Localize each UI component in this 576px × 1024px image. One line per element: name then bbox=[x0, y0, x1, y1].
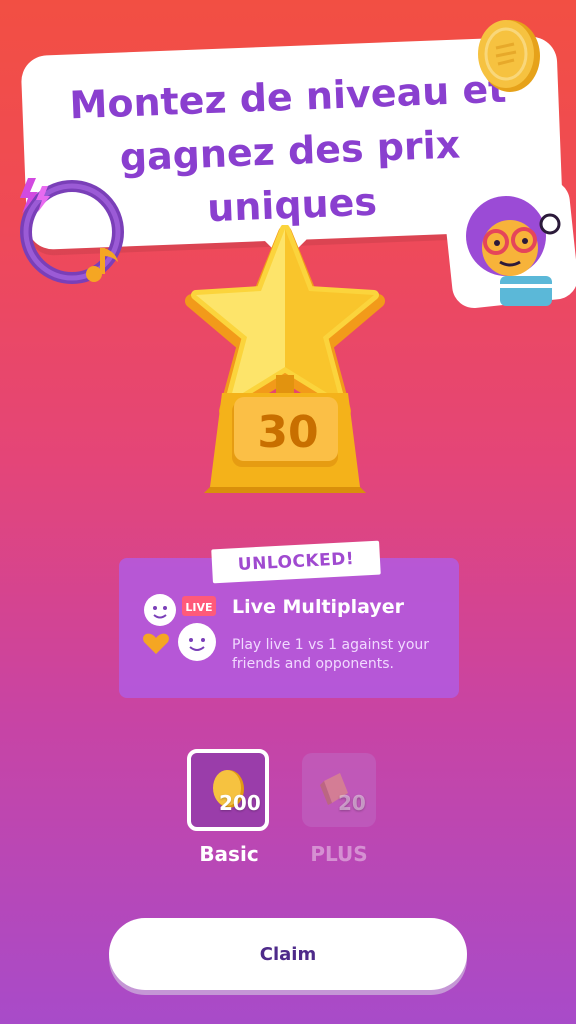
reward-label-plus: PLUS bbox=[310, 842, 368, 866]
live-badge: LIVE bbox=[185, 601, 212, 614]
claim-button[interactable]: Claim bbox=[109, 918, 467, 990]
reward-label-basic: Basic bbox=[199, 842, 259, 866]
energy-ring-icon bbox=[20, 178, 124, 284]
feature-description: Play live 1 vs 1 against your friends an… bbox=[232, 637, 430, 672]
reward-amount: 20 bbox=[338, 791, 366, 815]
avatar bbox=[444, 179, 576, 308]
multiplayer-icon: LIVE bbox=[143, 594, 216, 661]
feature-title: Live Multiplayer bbox=[232, 596, 405, 618]
reward-tile-basic[interactable]: 200 bbox=[187, 749, 269, 831]
reward-tile-plus[interactable]: 20 bbox=[302, 753, 376, 827]
level-number: 30 bbox=[257, 407, 319, 458]
coin-icon bbox=[478, 20, 540, 92]
reward-amount: 200 bbox=[219, 791, 261, 815]
